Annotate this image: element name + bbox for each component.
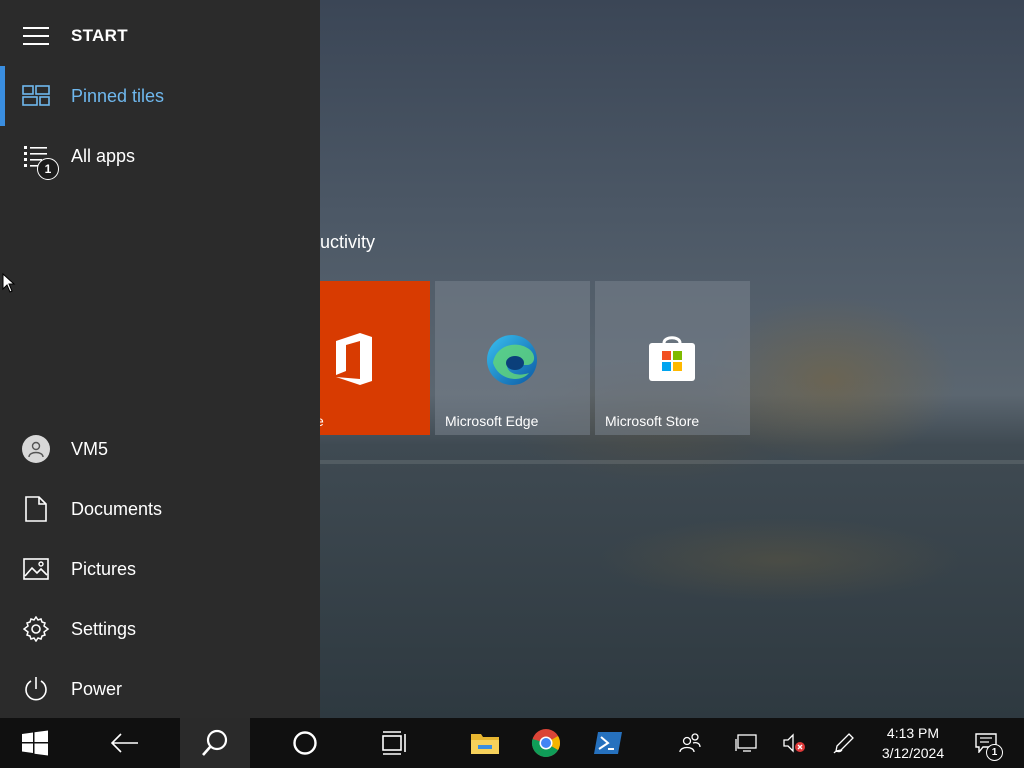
start-menu-header[interactable]: START [0, 6, 320, 66]
task-view-icon[interactable] [360, 718, 430, 768]
power-label: Power [71, 678, 123, 699]
user-account-item[interactable]: VM5 [0, 419, 320, 479]
power-item[interactable]: Power [0, 659, 320, 719]
file-explorer-icon[interactable] [455, 718, 515, 768]
settings-item[interactable]: Settings [0, 599, 320, 659]
microsoft-store-icon [647, 333, 697, 388]
action-center-icon[interactable] [966, 718, 1006, 768]
windows-start-icon[interactable] [0, 718, 70, 768]
edge-tile[interactable]: Microsoft Edge [435, 281, 590, 435]
edge-icon [485, 333, 539, 392]
documents-item[interactable]: Documents [0, 479, 320, 539]
documents-label: Documents [71, 498, 163, 519]
office-tile-label: e [320, 413, 324, 429]
nav-pinned-tiles[interactable]: Pinned tiles [0, 66, 320, 126]
hamburger-menu-icon[interactable] [22, 22, 50, 50]
back-arrow-icon[interactable] [90, 718, 160, 768]
edge-tile-label: Microsoft Edge [445, 413, 539, 429]
all-apps-label: All apps [71, 145, 136, 166]
start-menu-pane: START Pinned tiles All apps VM5 Document… [0, 0, 320, 718]
gear-icon [22, 615, 50, 643]
powershell-icon[interactable] [578, 718, 638, 768]
taskbar: 4:13 PM 3/12/2024 [0, 718, 1024, 768]
pinned-tiles-label: Pinned tiles [71, 85, 165, 106]
pictures-label: Pictures [71, 558, 137, 579]
people-icon[interactable] [672, 718, 708, 768]
network-icon[interactable] [728, 718, 764, 768]
user-avatar-icon [22, 435, 50, 463]
store-tile[interactable]: Microsoft Store [595, 281, 750, 435]
pen-icon[interactable] [826, 718, 862, 768]
pinned-tiles-icon [22, 82, 50, 110]
clock-time: 4:13 PM [886, 725, 940, 741]
document-icon [22, 495, 50, 523]
picture-icon [22, 555, 50, 583]
search-icon[interactable] [180, 718, 250, 768]
user-name: VM5 [71, 438, 109, 459]
start-menu-title: START [71, 26, 128, 45]
office-tile[interactable]: e [320, 281, 430, 435]
clock-date: 3/12/2024 [881, 745, 945, 761]
power-icon [22, 675, 50, 703]
selection-accent-bar [0, 66, 5, 126]
all-apps-badge: 1 [37, 158, 59, 180]
settings-label: Settings [71, 618, 137, 639]
system-clock[interactable]: 4:13 PM 3/12/2024 [868, 718, 958, 768]
volume-muted-icon[interactable] [776, 718, 812, 768]
store-tile-label: Microsoft Store [605, 413, 700, 429]
cortana-icon[interactable] [270, 718, 340, 768]
chrome-icon[interactable] [516, 718, 576, 768]
tile-group-title: uctivity [320, 232, 376, 252]
pictures-item[interactable]: Pictures [0, 539, 320, 599]
desktop-horizon [320, 460, 1024, 464]
notification-count-badge: 1 [986, 744, 1003, 761]
mouse-cursor-icon [2, 272, 16, 298]
office-icon [332, 333, 376, 390]
